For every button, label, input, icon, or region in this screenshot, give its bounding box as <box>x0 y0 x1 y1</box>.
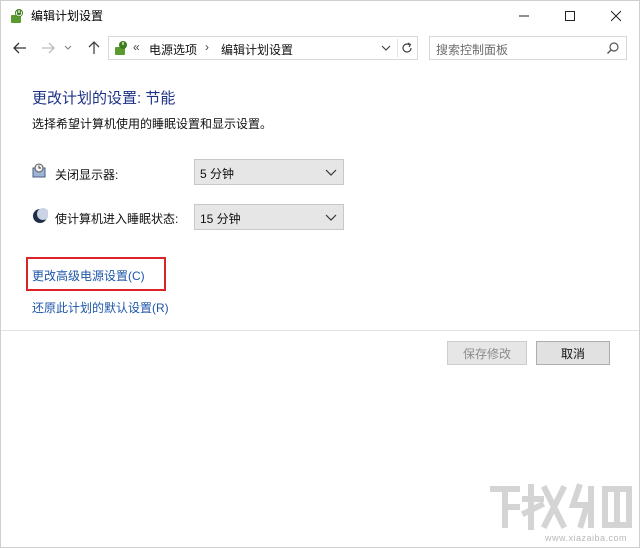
moon-sleep-icon <box>32 208 49 224</box>
forward-button[interactable] <box>37 37 59 59</box>
recent-chevron-icon <box>64 45 72 50</box>
minimize-icon <box>519 15 529 17</box>
window-title: 编辑计划设置 <box>31 9 104 23</box>
navigation-bar: « 电源选项 › 编辑计划设置 搜索控制面板 <box>1 31 639 65</box>
breadcrumb-power-options[interactable]: 电源选项 <box>149 41 197 58</box>
maximize-icon <box>565 11 575 21</box>
site-watermark: www.xiazaiba.com <box>487 479 635 545</box>
power-options-icon <box>113 40 129 56</box>
sleep-value[interactable]: 15 分钟 <box>200 210 241 227</box>
forward-arrow-icon <box>42 42 55 54</box>
refresh-icon <box>401 42 412 53</box>
breadcrumb-edit-plan[interactable]: 编辑计划设置 <box>221 41 293 58</box>
address-history-dropdown[interactable] <box>377 39 395 57</box>
search-icon[interactable] <box>606 41 620 55</box>
sleep-label: 使计算机进入睡眠状态: <box>55 212 179 226</box>
minimize-button[interactable] <box>501 1 547 31</box>
advanced-power-settings-link[interactable]: 更改高级电源设置(C) <box>32 267 145 284</box>
chevron-down-icon <box>381 45 391 51</box>
power-plan-app-icon <box>9 8 25 24</box>
breadcrumb-separator[interactable]: › <box>205 40 209 54</box>
divider <box>1 330 639 331</box>
monitor-clock-icon <box>32 163 48 179</box>
back-arrow-icon <box>13 42 26 54</box>
display-off-value[interactable]: 5 分钟 <box>200 165 234 182</box>
watermark-logo-icon <box>490 483 632 530</box>
address-bar[interactable]: « 电源选项 › 编辑计划设置 <box>108 36 418 60</box>
up-button[interactable] <box>83 37 105 59</box>
close-button[interactable] <box>593 1 639 31</box>
back-button[interactable] <box>9 37 31 59</box>
recent-locations-button[interactable] <box>61 37 75 59</box>
display-off-label: 关闭显示器: <box>55 168 119 182</box>
chevron-down-icon[interactable] <box>325 211 337 223</box>
display-off-dropdown[interactable]: 5 分钟 <box>194 159 344 185</box>
restore-defaults-link[interactable]: 还原此计划的默认设置(R) <box>32 299 169 316</box>
maximize-button[interactable] <box>547 1 593 31</box>
watermark-url: www.xiazaiba.com <box>544 533 627 543</box>
chevron-down-icon[interactable] <box>325 166 337 178</box>
close-icon <box>611 11 621 21</box>
edit-plan-settings-window: 编辑计划设置 « 电源选项 › 编辑计划设置 搜索控制面板 更改计划的设置: 节… <box>0 0 640 548</box>
address-overflow[interactable]: « <box>133 40 140 54</box>
search-placeholder[interactable]: 搜索控制面板 <box>436 41 508 58</box>
up-arrow-icon <box>88 41 100 54</box>
save-changes-button[interactable]: 保存修改 <box>447 341 527 365</box>
title-bar: 编辑计划设置 <box>1 1 639 31</box>
search-box[interactable]: 搜索控制面板 <box>429 36 627 60</box>
page-description: 选择希望计算机使用的睡眠设置和显示设置。 <box>32 117 273 131</box>
sleep-dropdown[interactable]: 15 分钟 <box>194 204 344 230</box>
cancel-button[interactable]: 取消 <box>536 341 610 365</box>
page-heading: 更改计划的设置: 节能 <box>32 90 176 107</box>
refresh-button[interactable] <box>397 39 415 57</box>
